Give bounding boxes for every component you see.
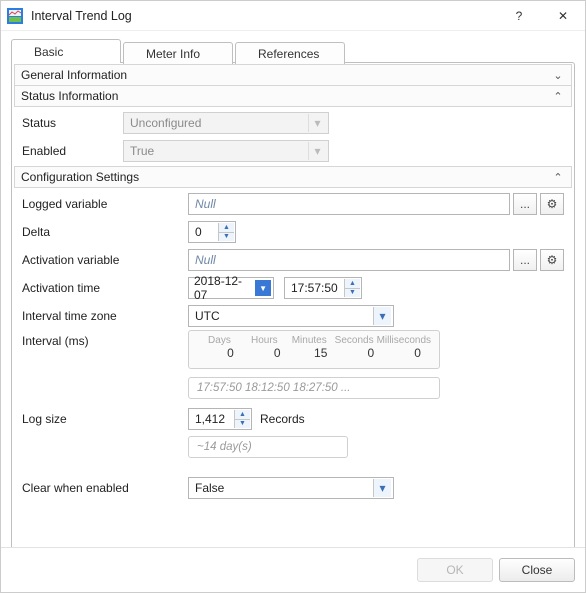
chevron-up-icon: ⌃ — [551, 90, 565, 103]
section-config-header[interactable]: Configuration Settings ⌃ — [14, 166, 572, 188]
interval-timezone-label: Interval time zone — [18, 309, 178, 323]
enabled-dropdown: True ▾ — [123, 140, 329, 162]
window-close-button[interactable]: ✕ — [541, 1, 585, 31]
interval-label: Interval (ms) — [18, 330, 178, 348]
dropdown-arrow-icon: ▾ — [308, 114, 326, 132]
browse-button[interactable]: ... — [513, 249, 537, 271]
delta-input[interactable]: 0 ▲▼ — [188, 221, 236, 243]
section-status-label: Status Information — [21, 89, 118, 103]
chevron-up-icon: ⌃ — [551, 171, 565, 184]
row-interval-timezone: Interval time zone UTC ▾ — [18, 302, 568, 330]
interval-values: 0 0 15 0 0 — [197, 346, 431, 360]
section-status-body: Status Unconfigured ▾ Enabled True ▾ — [14, 107, 572, 167]
tab-strip: Basic Meter Info References — [11, 39, 575, 63]
clear-when-enabled-label: Clear when enabled — [18, 481, 178, 495]
calendar-dropdown-icon[interactable]: ▼ — [255, 280, 271, 296]
row-logged-variable: Logged variable Null ... ⚙ — [18, 190, 568, 218]
interval-hours[interactable]: 0 — [244, 346, 291, 360]
app-icon — [7, 8, 23, 24]
dropdown-arrow-icon: ▾ — [373, 479, 391, 497]
row-enabled: Enabled True ▾ — [18, 137, 568, 165]
status-dropdown: Unconfigured ▾ — [123, 112, 329, 134]
clear-when-enabled-dropdown[interactable]: False ▾ — [188, 477, 394, 499]
interval-timezone-dropdown[interactable]: UTC ▾ — [188, 305, 394, 327]
titlebar: Interval Trend Log ? ✕ — [1, 1, 585, 31]
logged-variable-label: Logged variable — [18, 197, 178, 211]
gear-icon: ⚙ — [547, 197, 558, 211]
tab-basic[interactable]: Basic — [11, 39, 121, 63]
ellipsis-icon: ... — [520, 253, 530, 267]
window-title: Interval Trend Log — [31, 9, 497, 23]
spinner-buttons[interactable]: ▲▼ — [218, 223, 234, 241]
log-size-value: 1,412 — [195, 412, 225, 426]
delta-value: 0 — [195, 225, 202, 239]
activation-time-value: 17:57:50 — [291, 281, 338, 295]
log-size-hint: ~14 day(s) — [188, 436, 348, 458]
activation-time-label: Activation time — [18, 281, 178, 295]
section-general-header[interactable]: General Information ⌄ — [14, 64, 572, 86]
log-size-input[interactable]: 1,412 ▲▼ — [188, 408, 252, 430]
settings-button[interactable]: ⚙ — [540, 249, 564, 271]
interval-seconds[interactable]: 0 — [337, 346, 384, 360]
spinner-buttons[interactable]: ▲▼ — [344, 279, 360, 297]
enabled-label: Enabled — [18, 144, 113, 158]
logged-variable-input[interactable]: Null — [188, 193, 510, 215]
activation-variable-label: Activation variable — [18, 253, 178, 267]
delta-label: Delta — [18, 225, 178, 239]
interval-ms[interactable]: 0 — [384, 346, 431, 360]
row-status: Status Unconfigured ▾ — [18, 109, 568, 137]
settings-button[interactable]: ⚙ — [540, 193, 564, 215]
help-button[interactable]: ? — [497, 1, 541, 31]
spin-down-icon[interactable]: ▼ — [235, 419, 250, 429]
interval-days[interactable]: 0 — [197, 346, 244, 360]
dialog-window: Interval Trend Log ? ✕ Basic Meter Info … — [0, 0, 586, 593]
section-config-label: Configuration Settings — [21, 170, 139, 184]
status-value: Unconfigured — [130, 116, 201, 130]
section-status-header[interactable]: Status Information ⌃ — [14, 85, 572, 107]
browse-button[interactable]: ... — [513, 193, 537, 215]
tab-references[interactable]: References — [235, 42, 345, 64]
ellipsis-icon: ... — [520, 197, 530, 211]
activation-variable-input[interactable]: Null — [188, 249, 510, 271]
enabled-value: True — [130, 144, 154, 158]
dropdown-arrow-icon: ▾ — [308, 142, 326, 160]
row-interval: Interval (ms) Days Hours Minutes Seconds… — [18, 330, 568, 400]
log-size-unit: Records — [260, 412, 305, 426]
spin-up-icon[interactable]: ▲ — [219, 223, 234, 232]
section-config-body: Logged variable Null ... ⚙ Delta 0 ▲▼ — [14, 188, 572, 504]
interval-headers: Days Hours Minutes Seconds Milliseconds — [197, 335, 431, 346]
gear-icon: ⚙ — [547, 253, 558, 267]
spin-up-icon[interactable]: ▲ — [345, 279, 360, 288]
tab-meter-info[interactable]: Meter Info — [123, 42, 233, 64]
spin-down-icon[interactable]: ▼ — [345, 288, 360, 298]
spin-up-icon[interactable]: ▲ — [235, 410, 250, 419]
dropdown-arrow-icon: ▾ — [373, 307, 391, 325]
spinner-buttons[interactable]: ▲▼ — [234, 410, 250, 428]
log-size-label: Log size — [18, 408, 178, 426]
row-activation-time: Activation time 2018-12-07 ▼ 17:57:50 ▲▼ — [18, 274, 568, 302]
interval-minutes[interactable]: 15 — [291, 346, 338, 360]
row-activation-variable: Activation variable Null ... ⚙ — [18, 246, 568, 274]
activation-time-input[interactable]: 17:57:50 ▲▼ — [284, 277, 362, 299]
interval-editor[interactable]: Days Hours Minutes Seconds Milliseconds … — [188, 330, 440, 369]
content-area: Basic Meter Info References General Info… — [1, 31, 585, 547]
activation-date-value: 2018-12-07 — [194, 274, 255, 302]
chevron-down-icon: ⌄ — [551, 69, 565, 82]
row-log-size: Log size 1,412 ▲▼ Records ~14 day(s) — [18, 408, 568, 468]
clear-when-enabled-value: False — [195, 481, 224, 495]
row-clear-when-enabled: Clear when enabled False ▾ — [18, 474, 568, 502]
row-delta: Delta 0 ▲▼ — [18, 218, 568, 246]
status-label: Status — [18, 116, 113, 130]
spin-down-icon[interactable]: ▼ — [219, 232, 234, 242]
interval-timezone-value: UTC — [195, 309, 220, 323]
tab-panel-basic: General Information ⌄ Status Information… — [11, 62, 575, 547]
section-general-label: General Information — [21, 68, 127, 82]
dialog-footer: OK Close — [1, 547, 585, 592]
ok-button: OK — [417, 558, 493, 582]
interval-preview: 17:57:50 18:12:50 18:27:50 ... — [188, 377, 440, 399]
close-button[interactable]: Close — [499, 558, 575, 582]
activation-date-input[interactable]: 2018-12-07 ▼ — [188, 277, 274, 299]
